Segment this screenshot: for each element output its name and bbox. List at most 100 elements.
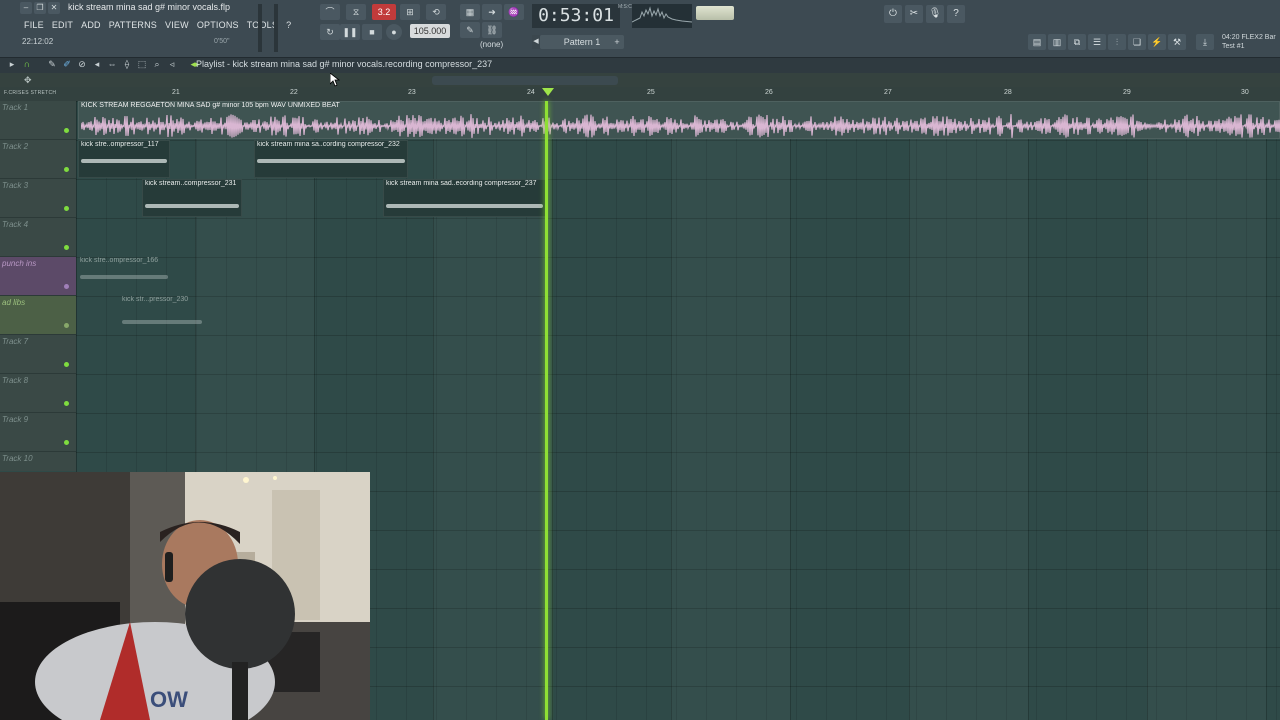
close-icon[interactable]: ✕	[48, 2, 60, 14]
waveform	[386, 204, 543, 208]
piano-roll-icon[interactable]: ⧉	[1068, 34, 1086, 50]
song-mode-icon[interactable]: ↻	[320, 24, 340, 40]
track-header[interactable]: Track 8	[0, 374, 76, 413]
slip-icon[interactable]: ⇔	[106, 58, 118, 71]
browser-icon[interactable]: ☰	[1088, 34, 1106, 50]
metronome-icon[interactable]: ⌒	[320, 4, 340, 20]
track-name: Track 9	[2, 415, 29, 424]
track-headers: Track 1 Track 2 Track 3 Track 4 punch in…	[0, 101, 76, 491]
track-header[interactable]: Track 7	[0, 335, 76, 374]
playhead-marker[interactable]	[542, 88, 554, 96]
download-icon[interactable]: ⤓	[1196, 34, 1214, 50]
waveform	[81, 159, 167, 163]
playlist-icon[interactable]: ▤	[1028, 34, 1046, 50]
help-icon[interactable]: ?	[947, 5, 965, 23]
playback-icon[interactable]: ◃	[166, 58, 178, 71]
song-time[interactable]: 0:53:01	[532, 4, 620, 28]
track-header[interactable]: Track 2	[0, 140, 76, 179]
paint-icon[interactable]: ✐	[61, 58, 73, 71]
piano-icon[interactable]: ▦	[460, 4, 480, 20]
track-header[interactable]: Track 4	[0, 218, 76, 257]
bell-icon[interactable]: ♒	[504, 4, 524, 20]
master-pitch-slider[interactable]	[274, 4, 278, 52]
plugin-icon[interactable]: ❏	[1128, 34, 1146, 50]
menu-view[interactable]: VIEW	[161, 18, 193, 32]
svg-text:OW: OW	[150, 687, 188, 712]
menu-file[interactable]: FILE	[20, 18, 48, 32]
select-icon[interactable]: ⬚	[136, 58, 148, 71]
mixer-icon[interactable]: ⫶	[1108, 34, 1126, 50]
pencil-icon[interactable]: ✎	[46, 58, 58, 71]
playlist-title: Playlist - kick stream mina sad g# minor…	[196, 59, 493, 69]
tempo-display[interactable]: 105.000	[410, 24, 450, 38]
pause-button[interactable]: ❚❚	[340, 24, 360, 40]
track-led[interactable]	[64, 323, 69, 328]
move-icon[interactable]: ✥	[24, 75, 32, 86]
track-led[interactable]	[64, 401, 69, 406]
track-led[interactable]	[64, 167, 69, 172]
track-led[interactable]	[64, 206, 69, 211]
menu-edit[interactable]: EDIT	[48, 18, 77, 32]
clip-title: kick stre..ompressor_166	[80, 257, 159, 264]
add-pattern-icon[interactable]: +	[612, 35, 622, 49]
track-led[interactable]	[64, 362, 69, 367]
track-header[interactable]: punch ins	[0, 257, 76, 296]
loop-record-icon[interactable]: ⟲	[426, 4, 446, 20]
rec-indicator[interactable]: 3.2	[372, 4, 396, 20]
clip-117[interactable]: kick stre..ompressor_117	[78, 140, 170, 178]
master-volume-slider[interactable]	[258, 4, 262, 52]
plug-icon[interactable]: ⚡	[1148, 34, 1166, 50]
zoom-icon[interactable]: ⌕	[151, 58, 163, 71]
track-header[interactable]: Track 3	[0, 179, 76, 218]
track-name: punch ins	[2, 259, 37, 268]
track-header[interactable]: Track 9	[0, 413, 76, 452]
waveform	[257, 159, 405, 163]
track-led[interactable]	[64, 284, 69, 289]
clip-232[interactable]: kick stream mina sa..cording compressor_…	[254, 140, 408, 178]
clip-231[interactable]: kick stream..compressor_231	[142, 179, 242, 217]
pattern-prev-icon[interactable]: ◀	[532, 35, 540, 49]
clip-title: KICK STREAM REGGAETON MINA SAD g# minor …	[81, 102, 340, 109]
channel-rack-icon[interactable]: ▥	[1048, 34, 1066, 50]
track-led[interactable]	[64, 128, 69, 133]
wrench-icon[interactable]: ⚒	[1168, 34, 1186, 50]
snap-selector[interactable]: (none)	[480, 40, 503, 49]
window-tools: ▤ ▥ ⧉ ☰ ⫶ ❏ ⚡ ⚒ ⤓	[1028, 34, 1214, 50]
stop-button[interactable]: ■	[362, 24, 382, 40]
waveform	[80, 275, 168, 279]
scissors-icon[interactable]: ✂	[905, 5, 923, 23]
restore-icon[interactable]: ❐	[34, 2, 46, 14]
brush-icon[interactable]: ✎	[460, 22, 480, 38]
track-header[interactable]: Track 1	[0, 101, 76, 140]
mute-icon[interactable]: ◂	[91, 58, 103, 71]
timeline-ruler[interactable]: 21 22 23 24 25 26 27 28 29 30	[0, 87, 1280, 101]
arrow-icon[interactable]: ▸	[6, 58, 18, 71]
slice-icon[interactable]: ⟠	[121, 58, 133, 71]
bar-30: 30	[1241, 89, 1249, 96]
link-icon[interactable]: ⛓	[482, 22, 502, 38]
minimize-icon[interactable]: –	[20, 2, 32, 14]
arrow-right-icon[interactable]: ➜	[482, 4, 502, 20]
step-icon[interactable]: ⊞	[400, 4, 420, 20]
clip-166[interactable]: kick stre..ompressor_166	[78, 257, 170, 295]
menu-help[interactable]: ?	[282, 18, 295, 32]
clip-230[interactable]: kick str...pressor_230	[120, 296, 204, 334]
clip-237[interactable]: kick stream mina sad..ecording compresso…	[383, 179, 546, 217]
menu-patterns[interactable]: PATTERNS	[105, 18, 161, 32]
power-icon[interactable]: ⏻	[884, 5, 902, 23]
track-name: Track 4	[2, 220, 29, 229]
microphone-icon[interactable]: 🎙	[926, 5, 944, 23]
track-led[interactable]	[64, 440, 69, 445]
magnet-icon[interactable]: ∩	[21, 58, 33, 71]
wait-icon[interactable]: ⧖	[346, 4, 366, 20]
menu-options[interactable]: OPTIONS	[193, 18, 243, 32]
horizontal-scrollbar[interactable]	[432, 76, 618, 85]
track-led[interactable]	[64, 245, 69, 250]
record-button[interactable]: ●	[386, 24, 402, 40]
track-header[interactable]: ad libs	[0, 296, 76, 335]
delete-icon[interactable]: ⊘	[76, 58, 88, 71]
playhead-line[interactable]	[545, 101, 548, 720]
menu-add[interactable]: ADD	[77, 18, 105, 32]
plugin-news[interactable]: 04:20 FLEX2 Bar Test #1	[1222, 33, 1276, 51]
clip-beat[interactable]: KICK STREAM REGGAETON MINA SAD g# minor …	[78, 101, 1280, 139]
